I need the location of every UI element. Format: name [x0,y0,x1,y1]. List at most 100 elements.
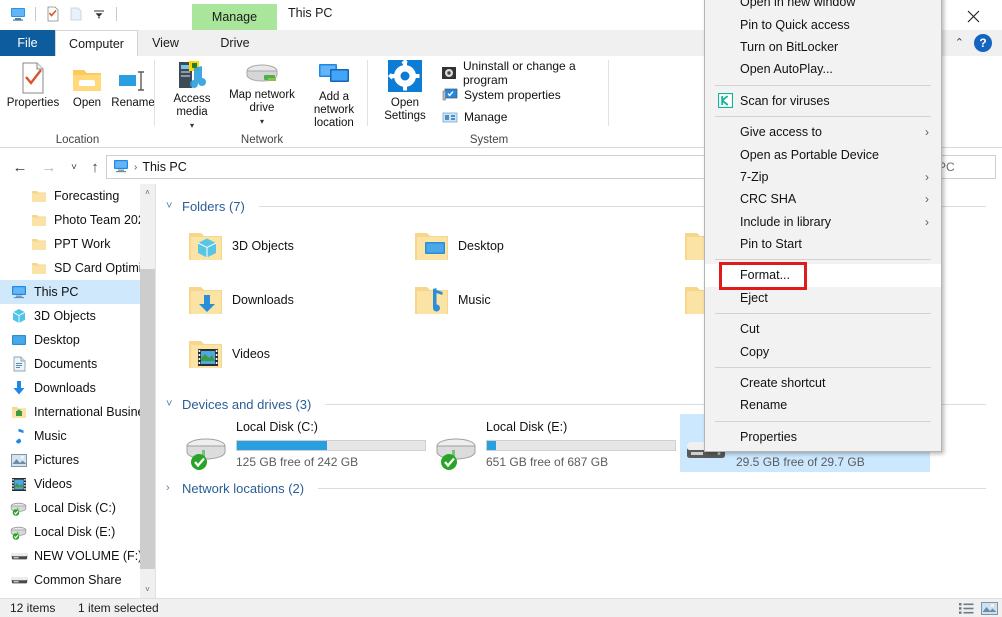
up-button[interactable]: ↑ [84,156,106,178]
folder-item-downloads[interactable]: Downloads [180,276,380,324]
folder-item-music[interactable]: Music [406,276,606,324]
manage-label: Manage [464,110,508,124]
sidebar-item-3d-objects[interactable]: 3D Objects [0,304,155,328]
menu-item-create-shortcut[interactable]: Create shortcut [705,372,941,394]
chevron-right-icon-network[interactable]: › [166,482,176,494]
sidebar-item-common-share[interactable]: Common Share [0,568,155,592]
menu-item-crc-sha[interactable]: CRC SHA › [705,188,941,210]
sidebar-item-documents[interactable]: Documents [0,352,155,376]
recent-locations-button[interactable]: ˅ [63,156,85,178]
access-media-icon [176,60,208,90]
menu-item-pin-to-start[interactable]: Pin to Start [705,233,941,255]
folder-item-3d-objects[interactable]: 3D Objects [180,222,380,270]
group-title-network-locations: Network locations (2) [182,480,305,496]
details-view-icon[interactable] [958,601,976,616]
group-title-devices: Devices and drives (3) [182,396,312,412]
menu-item-open-in-new-window[interactable]: Open in new window [705,0,941,13]
group-header-network-locations[interactable]: › Network locations (2) [166,478,986,498]
tab-file[interactable]: File [0,30,55,56]
tab-computer[interactable]: Computer [55,30,138,56]
access-media-button[interactable]: Access media ▾ [160,60,224,130]
map-network-drive-button[interactable]: Map network drive ▾ [226,60,298,126]
chevron-down-icon[interactable]: ▾ [190,119,194,132]
sidebar-item-forecasting[interactable]: Forecasting [0,184,155,208]
menu-item-label: Cut [740,322,760,337]
menu-item-include-in-library[interactable]: Include in library › [705,211,941,233]
manage-button[interactable]: Manage [441,106,507,128]
tab-view[interactable]: View [138,30,193,56]
close-icon[interactable] [962,6,984,26]
menu-item-label: Open in new window [740,0,856,10]
contextual-tab-manage[interactable]: Manage [192,4,277,30]
menu-item-rename[interactable]: Rename [705,394,941,416]
scroll-up-icon[interactable]: ˄ [140,184,155,201]
menu-item-cut[interactable]: Cut [705,318,941,340]
sidebar-item-this-pc[interactable]: This PC [0,280,155,304]
chevron-down-icon-folders[interactable]: ˅ [166,200,176,212]
drive-item-local-disk-c[interactable]: Local Disk (C:) 125 GB free of 242 GB [180,420,430,472]
sidebar-item-videos[interactable]: Videos [0,472,155,496]
breadcrumb-separator[interactable]: › [134,162,137,173]
sidebar-item-sd-card-optimization[interactable]: SD Card Optimization [0,256,155,280]
menu-item-properties[interactable]: Properties [705,426,941,448]
sidebar-item-label: Music [34,429,67,443]
chevron-down-icon-2[interactable]: ▾ [260,115,264,128]
drive-item-local-disk-e[interactable]: Local Disk (E:) 651 GB free of 687 GB [430,420,680,472]
collapse-ribbon-icon[interactable]: ⌃ [955,36,964,49]
context-menu[interactable]: Open in new window Pin to Quick access Tur… [704,0,942,453]
submenu-arrow-icon: › [925,192,929,207]
forward-button[interactable]: → [38,156,60,178]
menu-item-eject[interactable]: Eject [705,287,941,309]
open-settings-button[interactable]: Open Settings [377,60,433,124]
navigation-pane[interactable]: Forecasting Photo Team 2022 PPT Work SD Car… [0,184,155,598]
menu-item-scan-for-viruses[interactable]: Scan for viruses [705,90,941,112]
sidebar-item-international-business[interactable]: International Business [0,400,155,424]
sidebar-item-label: Desktop [34,333,80,347]
menu-item-turn-on-bitlocker[interactable]: Turn on BitLocker [705,36,941,58]
sidebar-item-ppt-work[interactable]: PPT Work [0,232,155,256]
large-icons-view-icon[interactable] [980,601,998,616]
scroll-down-icon[interactable]: ˅ [140,581,155,598]
music-icon [10,427,28,445]
scrollbar-thumb[interactable] [140,269,155,569]
search-input[interactable]: PC [934,155,996,179]
navigation-pane-scrollbar[interactable]: ˄ ˅ [140,184,155,598]
customize-qat-icon[interactable] [89,4,109,24]
properties-icon[interactable] [43,4,63,24]
menu-item-label: Format... [740,268,791,283]
menu-item-pin-to-quick-access[interactable]: Pin to Quick access [705,13,941,35]
sidebar-item-music[interactable]: Music [0,424,155,448]
add-a-network-location-button[interactable]: Add a network location [300,60,368,129]
local-disk-icon [10,499,28,517]
tab-drive-tools[interactable]: Drive Tools [193,30,277,76]
sidebar-item-local-disk-e[interactable]: Local Disk (E:) [0,520,155,544]
chevron-down-icon-devices[interactable]: ˅ [166,398,176,410]
menu-item-give-access-to[interactable]: Give access to › [705,121,941,143]
gear-icon [387,60,423,94]
folder-item-desktop[interactable]: Desktop [406,222,606,270]
menu-item-open-autoplay[interactable]: Open AutoPlay... [705,58,941,80]
sidebar-item-label: Pictures [34,453,80,467]
sidebar-item-label: Videos [34,477,72,491]
this-pc-icon[interactable] [8,4,28,24]
new-folder-icon[interactable] [66,4,86,24]
sidebar-item-new-volume-f[interactable]: NEW VOLUME (F:) [0,544,155,568]
folder-item-videos[interactable]: Videos [180,330,380,378]
menu-item-format[interactable]: Format... [705,264,941,287]
sidebar-item-desktop[interactable]: Desktop [0,328,155,352]
back-button[interactable]: ← [9,156,31,178]
folder-videos-icon [180,331,232,377]
sidebar-item-pictures[interactable]: Pictures [0,448,155,472]
sidebar-item-local-disk-c[interactable]: Local Disk (C:) [0,496,155,520]
breadcrumb-this-pc[interactable]: This PC [142,160,186,174]
menu-item-7-zip[interactable]: 7-Zip › [705,166,941,188]
this-pc-icon[interactable] [113,158,129,177]
help-icon[interactable]: ? [974,34,992,52]
menu-item-open-as-portable-device[interactable]: Open as Portable Device [705,143,941,165]
sidebar-item-downloads[interactable]: Downloads [0,376,155,400]
sidebar-item-photo-team-2022[interactable]: Photo Team 2022 [0,208,155,232]
system-properties-button[interactable]: System properties [441,84,561,106]
menu-item-copy[interactable]: Copy [705,340,941,362]
uninstall-or-change-a-program-button[interactable]: Uninstall or change a program [441,59,609,87]
properties-button[interactable]: Properties [4,60,62,124]
